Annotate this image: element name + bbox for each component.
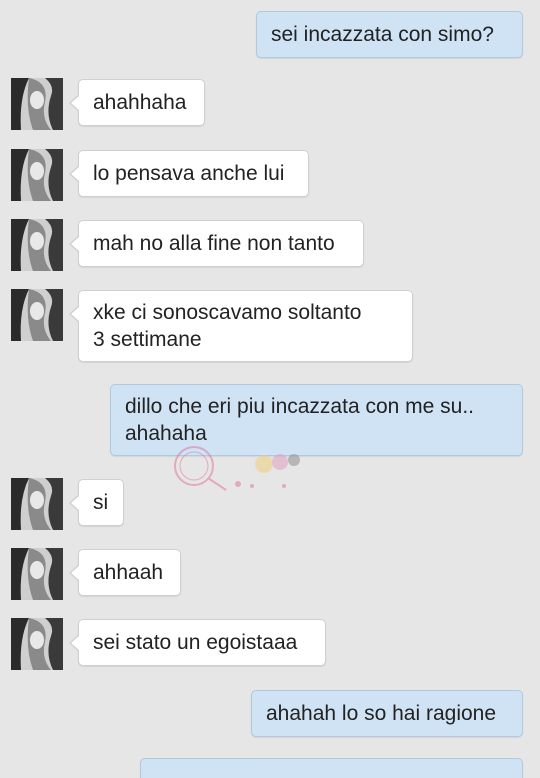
incoming-message-bubble[interactable]: ahhaah bbox=[69, 549, 181, 596]
contact-avatar[interactable] bbox=[11, 548, 63, 600]
incoming-message-bubble[interactable]: lo pensava anche lui bbox=[69, 150, 309, 197]
avatar-photo-icon bbox=[11, 289, 63, 341]
avatar-photo-icon bbox=[11, 618, 63, 670]
contact-avatar[interactable] bbox=[11, 219, 63, 271]
avatar-photo-icon bbox=[11, 78, 63, 130]
contact-avatar[interactable] bbox=[11, 78, 63, 130]
incoming-message-bubble[interactable]: si bbox=[69, 479, 124, 526]
avatar-photo-icon bbox=[11, 548, 63, 600]
contact-avatar[interactable] bbox=[11, 618, 63, 670]
contact-avatar[interactable] bbox=[11, 478, 63, 530]
avatar-photo-icon bbox=[11, 478, 63, 530]
avatar-photo-icon bbox=[11, 219, 63, 271]
avatar-photo-icon bbox=[11, 149, 63, 201]
incoming-message-bubble[interactable]: mah no alla fine non tanto bbox=[69, 220, 364, 267]
incoming-message-bubble[interactable]: sei stato un egoistaaa bbox=[69, 619, 326, 666]
incoming-message-bubble[interactable]: xke ci sonoscavamo soltanto 3 settimane bbox=[69, 290, 413, 362]
incoming-message-bubble[interactable]: ahahhaha bbox=[69, 79, 205, 126]
contact-avatar[interactable] bbox=[11, 149, 63, 201]
outgoing-message-bubble[interactable]: ahahah lo so hai ragione bbox=[251, 690, 523, 737]
watermark-logo-icon bbox=[174, 446, 300, 491]
chat-conversation[interactable]: sei incazzata con simo? ahahhaha lo pens… bbox=[0, 0, 540, 778]
contact-avatar[interactable] bbox=[11, 289, 63, 341]
watermark-logo bbox=[168, 440, 313, 500]
partial-message-bubble[interactable] bbox=[140, 758, 523, 778]
outgoing-message-bubble[interactable]: sei incazzata con simo? bbox=[256, 11, 523, 58]
